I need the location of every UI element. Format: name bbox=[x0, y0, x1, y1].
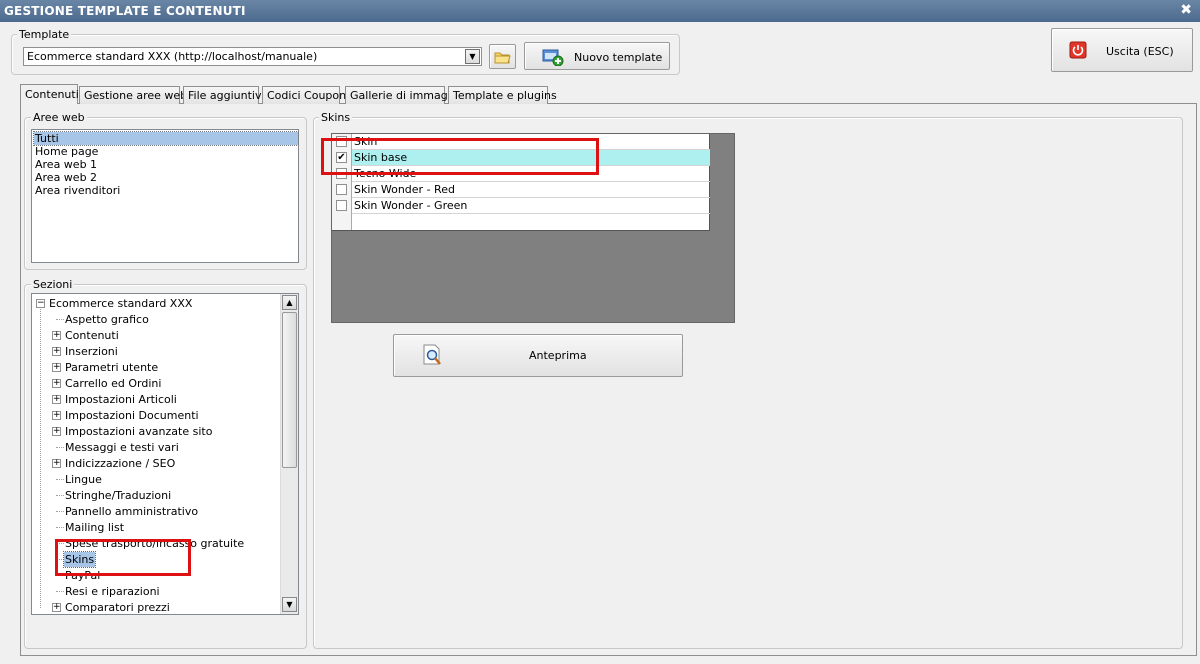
tab-label: Gestione aree web bbox=[84, 89, 188, 102]
expand-icon[interactable]: + bbox=[52, 363, 61, 372]
folder-icon bbox=[494, 52, 511, 64]
magnifier-document-icon bbox=[423, 344, 441, 365]
tab-label: Template e plugins bbox=[453, 89, 557, 102]
highlight-box bbox=[321, 138, 599, 175]
tree-connector bbox=[56, 319, 64, 320]
list-item[interactable]: Area web 2 bbox=[34, 171, 298, 184]
tree-connector bbox=[40, 307, 41, 608]
tab-label: Contenuti bbox=[25, 88, 79, 101]
tree-item[interactable]: Indicizzazione / SEO bbox=[65, 456, 175, 471]
row-header bbox=[332, 182, 352, 198]
tab-file-aggiuntivi[interactable]: File aggiuntivi bbox=[183, 86, 265, 104]
close-icon[interactable]: ✖ bbox=[1180, 2, 1192, 18]
sezioni-label: Sezioni bbox=[31, 278, 75, 291]
expand-icon[interactable]: + bbox=[52, 347, 61, 356]
open-folder-button[interactable] bbox=[489, 44, 516, 69]
row-checkbox[interactable] bbox=[336, 200, 347, 211]
tree-item[interactable]: Messaggi e testi vari bbox=[65, 440, 179, 455]
grid-row[interactable]: Skin Wonder - Green bbox=[332, 198, 710, 214]
preview-label: Anteprima bbox=[529, 349, 587, 362]
list-item[interactable]: Home page bbox=[34, 145, 298, 158]
exit-button[interactable]: Uscita (ESC) bbox=[1051, 28, 1193, 72]
tree-item[interactable]: Aspetto grafico bbox=[65, 312, 149, 327]
tree-item[interactable]: Impostazioni Documenti bbox=[65, 408, 199, 423]
aree-web-label: Aree web bbox=[31, 111, 87, 124]
tree-item[interactable]: Resi e riparazioni bbox=[65, 584, 160, 599]
tree-scrollbar[interactable]: ▲ ▼ bbox=[280, 294, 298, 614]
expand-icon[interactable]: + bbox=[52, 459, 61, 468]
list-item[interactable]: Tutti bbox=[33, 131, 299, 146]
tree-root[interactable]: Ecommerce standard XXX bbox=[49, 296, 192, 311]
tree-item[interactable]: Mailing list bbox=[65, 520, 124, 535]
new-template-label: Nuovo template bbox=[574, 51, 663, 64]
row-header bbox=[332, 198, 352, 214]
tree-connector bbox=[56, 591, 64, 592]
skins-label: Skins bbox=[319, 111, 353, 124]
tab-template-plugins[interactable]: Template e plugins bbox=[448, 86, 557, 104]
tree-connector bbox=[56, 495, 64, 496]
aree-web-list[interactable]: Tutti Home page Area web 1 Area web 2 Ar… bbox=[31, 129, 299, 263]
window-title: GESTIONE TEMPLATE E CONTENUTI bbox=[4, 4, 246, 18]
row-header bbox=[332, 214, 352, 230]
tree-item[interactable]: Inserzioni bbox=[65, 344, 118, 359]
expand-icon[interactable]: + bbox=[52, 411, 61, 420]
expand-icon[interactable]: + bbox=[52, 395, 61, 404]
tree-item[interactable]: Pannello amministrativo bbox=[65, 504, 198, 519]
template-select[interactable]: Ecommerce standard XXX (http://localhost… bbox=[23, 47, 482, 66]
scroll-down-icon[interactable]: ▼ bbox=[282, 597, 297, 612]
add-window-icon bbox=[542, 49, 564, 66]
tab-codici-coupon[interactable]: Codici Coupon bbox=[262, 86, 346, 104]
scroll-up-icon[interactable]: ▲ bbox=[282, 295, 297, 310]
title-bar: GESTIONE TEMPLATE E CONTENUTI ✖ bbox=[0, 0, 1200, 22]
expand-icon[interactable]: + bbox=[52, 603, 61, 612]
chevron-down-icon[interactable]: ▼ bbox=[465, 49, 480, 64]
skin-name: Skin Wonder - Green bbox=[354, 199, 468, 212]
grid-row[interactable]: Skin Wonder - Red bbox=[332, 182, 710, 198]
expand-icon[interactable]: + bbox=[52, 379, 61, 388]
tree-item[interactable]: Contenuti bbox=[65, 328, 119, 343]
skin-name: Skin Wonder - Red bbox=[354, 183, 455, 196]
tab-label: Gallerie di immagini bbox=[350, 89, 461, 102]
tab-label: File aggiuntivi bbox=[188, 89, 265, 102]
expand-icon[interactable]: + bbox=[52, 331, 61, 340]
template-select-value: Ecommerce standard XXX (http://localhost… bbox=[27, 50, 318, 63]
tree-connector bbox=[56, 511, 64, 512]
tree-item[interactable]: Impostazioni Articoli bbox=[65, 392, 177, 407]
exit-label: Uscita (ESC) bbox=[1106, 45, 1174, 58]
collapse-icon[interactable]: − bbox=[36, 299, 45, 308]
power-icon bbox=[1069, 41, 1087, 59]
tree-connector bbox=[56, 447, 64, 448]
tree-item[interactable]: Lingue bbox=[65, 472, 102, 487]
highlight-box bbox=[55, 539, 191, 576]
list-item[interactable]: Area rivenditori bbox=[34, 184, 298, 197]
tree-item[interactable]: Impostazioni avanzate sito bbox=[65, 424, 212, 439]
template-group-label: Template bbox=[17, 28, 72, 41]
tree-item[interactable]: Stringhe/Traduzioni bbox=[65, 488, 171, 503]
tab-contenuti[interactable]: Contenuti bbox=[20, 84, 79, 104]
scroll-thumb[interactable] bbox=[282, 312, 297, 468]
list-item[interactable]: Area web 1 bbox=[34, 158, 298, 171]
tab-gallerie-immagini[interactable]: Gallerie di immagini bbox=[345, 86, 461, 104]
preview-button[interactable]: Anteprima bbox=[393, 334, 683, 377]
tab-label: Codici Coupon bbox=[267, 89, 347, 102]
tree-item[interactable]: Comparatori prezzi bbox=[65, 600, 170, 614]
tree-item[interactable]: Carrello ed Ordini bbox=[65, 376, 161, 391]
row-checkbox[interactable] bbox=[336, 184, 347, 195]
new-template-button[interactable]: Nuovo template bbox=[524, 42, 670, 70]
tree-connector bbox=[56, 479, 64, 480]
expand-icon[interactable]: + bbox=[52, 427, 61, 436]
tab-gestione-aree-web[interactable]: Gestione aree web bbox=[79, 86, 187, 104]
tree-connector bbox=[56, 527, 64, 528]
grid-new-row[interactable] bbox=[332, 214, 710, 230]
tree-item[interactable]: Parametri utente bbox=[65, 360, 158, 375]
